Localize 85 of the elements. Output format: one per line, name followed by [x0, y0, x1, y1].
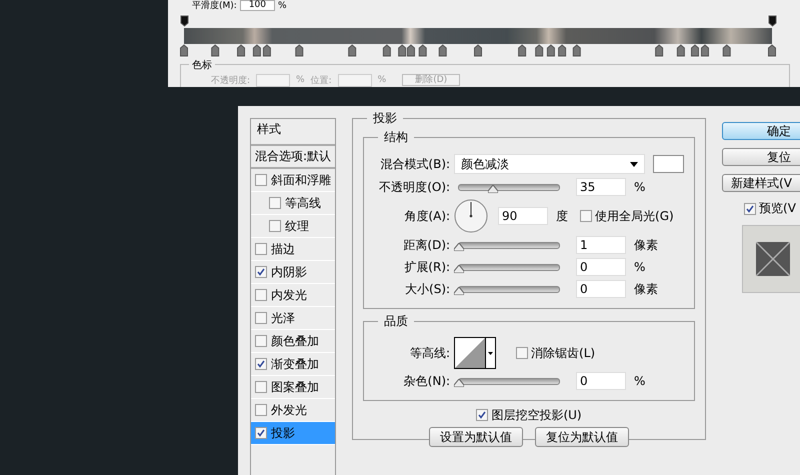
field-label: 不透明度(O): — [378, 178, 450, 196]
list-item[interactable]: 渐变叠加 — [251, 353, 336, 376]
checkbox[interactable] — [255, 243, 267, 255]
checkbox-label: 预览(V — [759, 200, 796, 217]
unit-label: % — [634, 374, 646, 388]
field-label: 扩展(R): — [403, 258, 450, 276]
checkbox[interactable] — [255, 358, 267, 370]
slider-thumb[interactable] — [488, 184, 498, 192]
contour-picker[interactable] — [454, 337, 496, 369]
checkbox[interactable] — [744, 202, 756, 214]
list-item[interactable]: 等高线 — [251, 192, 336, 215]
slider-thumb[interactable] — [454, 286, 464, 294]
unit-label: 像素 — [634, 236, 658, 254]
field-label: 杂色(N): — [402, 372, 450, 390]
value-field[interactable]: 1 — [576, 236, 626, 254]
value-field[interactable]: 0 — [576, 280, 626, 298]
checkbox[interactable] — [516, 347, 528, 359]
checkbox[interactable] — [476, 409, 488, 421]
unit-label: 度 — [556, 208, 568, 224]
dialog-button[interactable]: 复位 — [722, 148, 800, 166]
list-item[interactable]: 内发光 — [251, 284, 336, 307]
checkbox[interactable] — [580, 210, 592, 222]
unit-label: 像素 — [634, 280, 658, 298]
value-field[interactable]: 0 — [576, 258, 626, 276]
list-item[interactable]: 描边 — [251, 238, 336, 261]
value-field[interactable]: 100 — [240, 0, 276, 11]
checkbox-label: 消除锯齿(L) — [531, 344, 596, 362]
checkbox[interactable] — [255, 289, 267, 301]
list-title: 样式 — [251, 119, 336, 146]
field-label: 距离(D): — [402, 236, 450, 254]
checkbox[interactable] — [255, 427, 267, 439]
slider-thumb[interactable] — [454, 242, 464, 250]
group-title: 结构 — [378, 129, 414, 146]
field-label: 不透明度: — [211, 74, 250, 86]
caret-icon — [485, 338, 496, 368]
checkbox[interactable] — [269, 197, 281, 209]
unit-label: % — [634, 260, 646, 274]
checkbox[interactable] — [255, 174, 267, 186]
field-label: 大小(S): — [404, 280, 450, 298]
value-field[interactable]: 0 — [576, 372, 626, 390]
checkbox[interactable] — [255, 312, 267, 324]
default-button[interactable]: 复位为默认值 — [535, 427, 630, 447]
checkbox[interactable] — [269, 220, 281, 232]
caret-icon — [630, 162, 638, 166]
slider-track[interactable] — [458, 184, 560, 190]
list-item[interactable]: 图案叠加 — [251, 376, 336, 399]
group-title: 色标 — [189, 58, 215, 72]
field-label: 位置: — [310, 74, 332, 86]
checkbox[interactable] — [255, 266, 267, 278]
list-item[interactable]: 投影 — [251, 422, 336, 445]
list-item[interactable]: 光泽 — [251, 307, 336, 330]
checkbox[interactable] — [255, 335, 267, 347]
field-label: 平滑度(M): — [192, 0, 237, 12]
unit-label: % — [634, 180, 646, 194]
dialog-button[interactable]: 新建样式(V — [722, 174, 800, 192]
group-title: 投影 — [367, 110, 404, 127]
list-item[interactable]: 纹理 — [251, 215, 336, 238]
unit-label: % — [378, 75, 386, 85]
location-field[interactable] — [338, 74, 372, 86]
blend-mode-dropdown[interactable]: 颜色减淡 — [454, 154, 646, 174]
opacity-field[interactable] — [256, 74, 290, 86]
contour-curve-icon — [455, 338, 486, 368]
unit-label: % — [296, 75, 305, 85]
list-item[interactable]: 内阴影 — [251, 261, 336, 284]
slider-thumb[interactable] — [454, 264, 464, 272]
metal-square-drawing — [756, 242, 790, 276]
list-item[interactable]: 混合选项:默认 — [251, 146, 336, 169]
angle-dial[interactable] — [454, 199, 488, 233]
list-item[interactable]: 颜色叠加 — [251, 330, 336, 353]
checkbox-label: 使用全局光(G) — [595, 208, 674, 224]
checkbox-label: 图层挖空投影(U) — [491, 406, 582, 424]
dialog-button[interactable]: 确定 — [722, 122, 800, 140]
checkbox[interactable] — [255, 381, 267, 393]
slider-thumb[interactable] — [454, 378, 464, 386]
default-button[interactable]: 设置为默认值 — [429, 427, 524, 447]
value-field[interactable]: 90 — [498, 207, 548, 225]
list-item[interactable]: 斜面和浮雕 — [251, 169, 336, 192]
group-title: 品质 — [378, 313, 414, 330]
unit-label: % — [278, 0, 287, 10]
value-field[interactable]: 35 — [576, 178, 626, 196]
color-swatch[interactable] — [653, 155, 684, 173]
field-label: 等高线: — [409, 344, 450, 362]
field-label: 角度(A): — [403, 208, 450, 224]
field-label: 混合模式(B): — [379, 156, 450, 172]
checkbox[interactable] — [255, 404, 267, 416]
